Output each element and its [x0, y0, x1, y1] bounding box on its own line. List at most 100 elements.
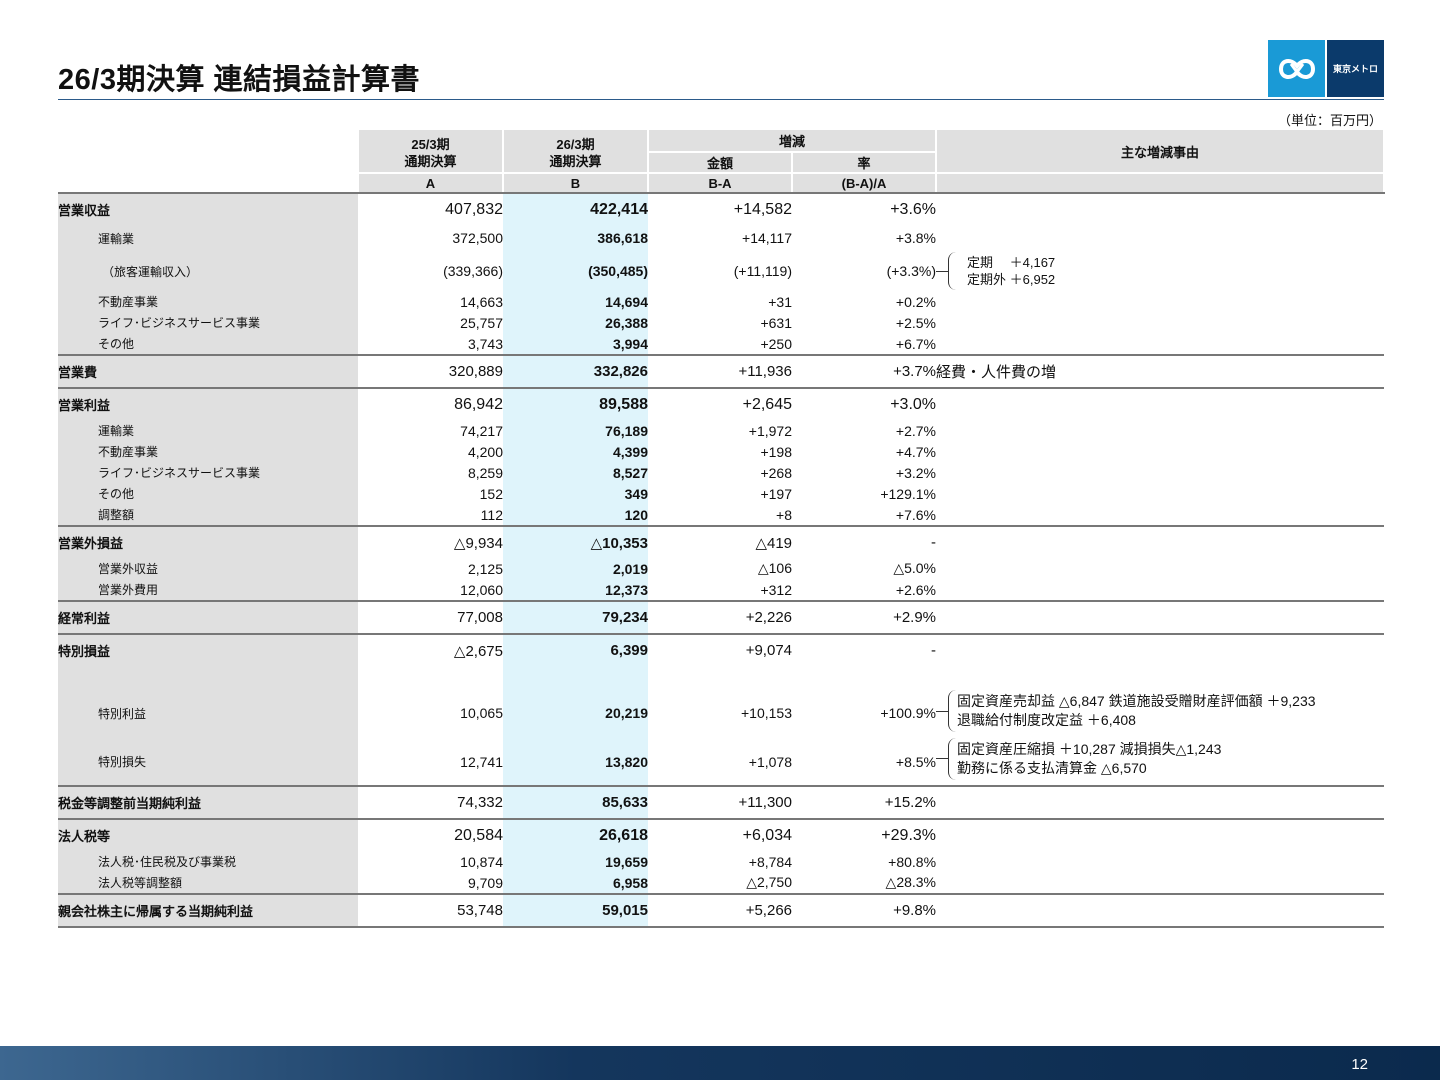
value-diff: +1,972 — [748, 422, 792, 439]
table-row: 経常利益 77,008 79,234 +2,226 +2.9% — [58, 600, 1385, 634]
row-label: （旅客運輸収入） — [58, 251, 358, 291]
value-a: 2,125 — [467, 560, 503, 577]
value-a: 74,332 — [358, 785, 503, 819]
table-row: 調整額 112 120 +8 +7.6% — [58, 504, 1384, 526]
footer-bar — [0, 1046, 1440, 1080]
table-row: 税金等調整前当期純利益 74,332 85,633 +11,300 +15.2% — [58, 785, 1385, 819]
note-cell — [936, 441, 1384, 462]
value-diff: +631 — [760, 314, 792, 331]
value-a: 53,748 — [358, 893, 503, 928]
value-a: 12,060 — [460, 581, 503, 598]
note-cell — [936, 420, 1384, 441]
value-b: 85,633 — [503, 785, 648, 819]
note-cell: 固定資産圧縮損 ＋10,287 減損損失△1,243 勤務に係る支払清算金 △6… — [936, 732, 1384, 786]
note-cell — [936, 483, 1384, 504]
note-cell — [936, 558, 1384, 579]
value-b: 3,994 — [503, 333, 648, 355]
table-row: 法人税等調整額 9,709 6,958 △2,750 △28.3% — [58, 872, 1384, 894]
row-label: 不動産事業 — [58, 441, 358, 462]
table-row: 営業利益 86,942 89,588 +2,645 +3.0% — [58, 387, 1385, 420]
company-logo: 東京メトロ — [1268, 40, 1384, 97]
value-rate: +8.5% — [895, 753, 937, 770]
header-amount: 金額 — [648, 151, 793, 173]
table-row: ライフ･ビジネスサービス事業 25,757 26,388 +631 +2.5% — [58, 312, 1384, 333]
header-reason: 主な増減事由 — [936, 130, 1386, 173]
value-a: (339,366) — [443, 263, 503, 279]
value-rate: +0.2% — [895, 293, 937, 310]
value-b: 76,189 — [503, 420, 648, 441]
header-code-amount: B-A — [648, 172, 793, 194]
note-brace: 固定資産圧縮損 ＋10,287 減損損失△1,243 勤務に係る支払清算金 △6… — [936, 737, 1384, 780]
note-cell: 経費・人件費の増 — [936, 354, 1385, 388]
row-label: 親会社株主に帰属する当期純利益 — [58, 893, 358, 928]
table-row: ライフ･ビジネスサービス事業 8,259 8,527 +268 +3.2% — [58, 462, 1384, 483]
value-rate: △5.0% — [893, 560, 937, 576]
value-rate: +3.0% — [792, 387, 937, 420]
row-label: ライフ･ビジネスサービス事業 — [58, 462, 358, 483]
value-rate: +2.6% — [895, 581, 937, 598]
value-a: 14,663 — [460, 293, 503, 310]
value-a: 10,874 — [460, 853, 503, 870]
value-rate: +3.7% — [792, 354, 937, 388]
note-cell — [936, 504, 1384, 526]
value-b: 8,527 — [503, 462, 648, 483]
value-a: 3,743 — [467, 335, 503, 352]
value-rate: +6.7% — [895, 335, 937, 352]
value-rate: +4.7% — [895, 443, 937, 460]
value-diff: +6,034 — [648, 818, 792, 851]
note-line: 固定資産売却益 △6,847 鉄道施設受贈財産評価額 ＋9,233 — [957, 693, 1316, 709]
value-a: 10,065 — [460, 705, 503, 721]
row-label: 法人税等調整額 — [58, 872, 358, 894]
value-rate: - — [792, 633, 937, 666]
value-b: 59,015 — [503, 893, 648, 928]
value-rate: +15.2% — [792, 785, 937, 819]
table-row: 特別損失 12,741 13,820 +1,078 +8.5% 固定資産圧縮損 … — [58, 732, 1384, 786]
value-rate: +7.6% — [895, 506, 937, 523]
unit-label: （単位：百万円） — [1277, 113, 1382, 128]
table-row: 営業費 320,889 332,826 +11,936 +3.7% 経費・人件費… — [58, 354, 1385, 388]
note-line: 固定資産圧縮損 ＋10,287 減損損失△1,243 — [957, 740, 1222, 757]
value-b: 422,414 — [503, 192, 648, 225]
value-diff: +14,117 — [742, 230, 792, 246]
value-rate: +129.1% — [880, 485, 937, 502]
value-diff: +312 — [760, 581, 792, 598]
note-cell — [936, 525, 1385, 558]
value-diff: +2,645 — [648, 387, 792, 420]
value-rate: +3.2% — [895, 464, 937, 481]
value-rate: △28.3% — [885, 874, 937, 890]
row-label: 経常利益 — [58, 600, 358, 634]
note-cell — [936, 192, 1385, 225]
value-b: 20,219 — [503, 666, 648, 732]
value-rate: +80.8% — [888, 853, 937, 870]
value-a: △2,675 — [358, 633, 503, 666]
value-b: 6,399 — [503, 633, 648, 666]
value-a: 407,832 — [358, 192, 503, 225]
value-diff: +197 — [760, 485, 792, 502]
value-rate: - — [792, 525, 937, 558]
table-row: 親会社株主に帰属する当期純利益 53,748 59,015 +5,266 +9.… — [58, 893, 1385, 928]
value-diff: +31 — [768, 293, 792, 310]
note-cell — [936, 333, 1384, 355]
value-b: 12,373 — [503, 579, 648, 601]
row-label: 特別損失 — [58, 732, 358, 786]
note-line: 定期外 ＋6,952 — [967, 272, 1056, 287]
value-rate: +2.7% — [895, 422, 937, 439]
header-col-b: 26/3期 通期決算 — [503, 130, 649, 173]
value-b: 79,234 — [503, 600, 648, 634]
row-label: 法人税等 — [58, 818, 358, 851]
value-b: 2,019 — [503, 558, 648, 579]
row-label: その他 — [58, 483, 358, 504]
value-b: △10,353 — [503, 525, 648, 558]
note-cell: 定期 ＋4,167 定期外 ＋6,952 — [936, 251, 1384, 291]
value-diff: +1,078 — [748, 753, 792, 770]
header-col-a: 25/3期 通期決算 — [358, 130, 504, 173]
row-label: 営業外費用 — [58, 579, 358, 601]
value-rate: +29.3% — [792, 818, 937, 851]
value-b: 19,659 — [503, 851, 648, 872]
row-label: ライフ･ビジネスサービス事業 — [58, 312, 358, 333]
table-row: 法人税等 20,584 26,618 +6,034 +29.3% — [58, 818, 1385, 851]
note-cell: 固定資産売却益 △6,847 鉄道施設受贈財産評価額 ＋9,233 退職給付制度… — [936, 666, 1384, 732]
header-col-a-period: 25/3期 — [411, 136, 450, 152]
note-cell — [936, 893, 1385, 928]
row-label: 運輸業 — [58, 420, 358, 441]
